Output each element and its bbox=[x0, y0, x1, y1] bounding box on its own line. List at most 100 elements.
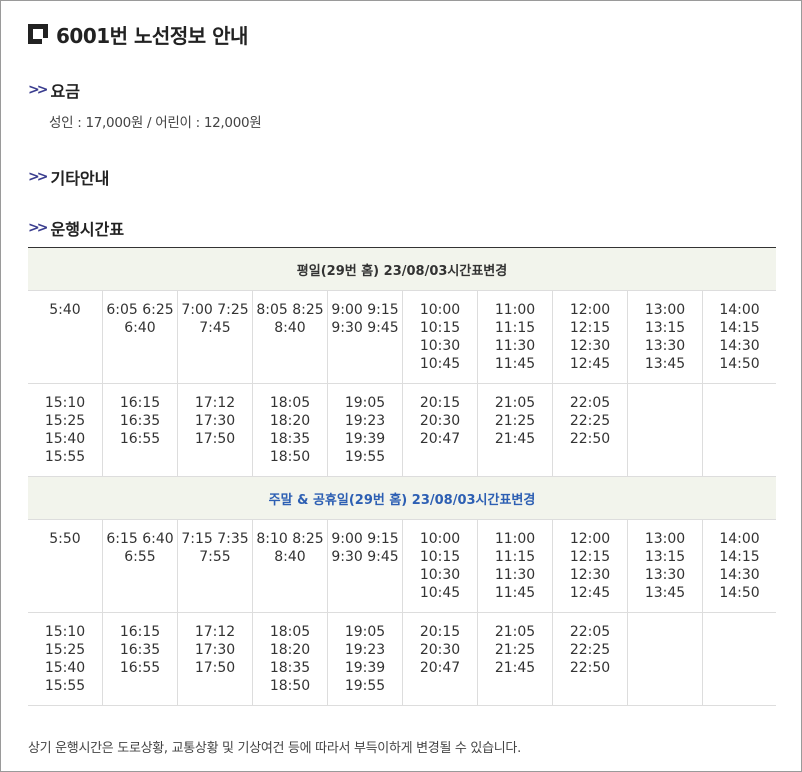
departure-time: 5:50 bbox=[49, 531, 81, 547]
departure-time: 22:50 bbox=[569, 660, 611, 676]
table-cell: 19:05 19:23 19:39 19:55 bbox=[328, 384, 403, 476]
other-info-heading-label: 기타안내 bbox=[50, 169, 110, 188]
departure-time: 5:40 bbox=[49, 302, 81, 318]
departure-time: 20:15 bbox=[419, 624, 461, 640]
departure-time: 15:55 bbox=[44, 449, 86, 465]
departure-time: 20:30 bbox=[419, 642, 461, 658]
departure-time: 19:23 bbox=[344, 413, 386, 429]
departure-time: 21:25 bbox=[494, 413, 536, 429]
departure-time: 13:30 bbox=[644, 338, 686, 354]
departure-time: 15:10 bbox=[44, 395, 86, 411]
departure-time: 16:55 bbox=[119, 660, 161, 676]
departure-time: 13:45 bbox=[644, 585, 686, 601]
table-cell: 12:00 12:15 12:30 12:45 bbox=[553, 291, 628, 383]
timetable-heading-label: 운행시간표 bbox=[50, 220, 125, 239]
table-cell: 11:00 11:15 11:30 11:45 bbox=[478, 520, 553, 612]
departure-time: 16:35 bbox=[119, 642, 161, 658]
departure-time: 10:30 bbox=[419, 338, 461, 354]
departure-time: 21:45 bbox=[494, 431, 536, 447]
departure-time: 7:00 7:25 bbox=[181, 302, 249, 318]
page-title: 6001번 노선정보 안내 bbox=[56, 23, 248, 48]
departure-time: 10:45 bbox=[419, 585, 461, 601]
departure-time: 20:47 bbox=[419, 660, 461, 676]
departure-time: 14:00 bbox=[719, 302, 760, 318]
table-cell: 21:05 21:25 21:45 bbox=[478, 613, 553, 705]
departure-time: 17:12 bbox=[194, 395, 236, 411]
table-cell: 7:15 7:35 7:55 bbox=[178, 520, 253, 612]
departure-time: 17:50 bbox=[194, 431, 236, 447]
departure-time: 8:10 8:25 bbox=[256, 531, 324, 547]
table-cell: 5:40 bbox=[28, 291, 103, 383]
table-cell: 17:12 17:30 17:50 bbox=[178, 384, 253, 476]
departure-time: 8:40 bbox=[274, 549, 306, 565]
departure-time: 22:05 bbox=[569, 624, 611, 640]
departure-time: 13:15 bbox=[644, 549, 686, 565]
departure-time: 20:15 bbox=[419, 395, 461, 411]
departure-time: 14:50 bbox=[719, 585, 760, 601]
departure-time: 19:39 bbox=[344, 660, 386, 676]
departure-time: 11:00 bbox=[494, 531, 536, 547]
table-cell: 12:00 12:15 12:30 12:45 bbox=[553, 520, 628, 612]
departure-time: 10:15 bbox=[419, 549, 461, 565]
departure-time: 19:55 bbox=[344, 449, 386, 465]
departure-time: 11:45 bbox=[494, 585, 536, 601]
departure-time: 7:55 bbox=[199, 549, 231, 565]
departure-time: 17:50 bbox=[194, 660, 236, 676]
other-info-heading: >> 기타안내 bbox=[28, 165, 109, 189]
table-row: 5:40 6:05 6:25 6:40 7:00 7:25 7:45 8:05 8:25 8… bbox=[28, 291, 776, 384]
departure-time: 13:15 bbox=[644, 320, 686, 336]
departure-time: 11:00 bbox=[494, 302, 536, 318]
departure-time: 12:45 bbox=[569, 356, 611, 372]
timetable: 평일(29번 홈) 23/08/03시간표변경 5:40 6:05 6:25 6:4… bbox=[28, 247, 776, 706]
table-cell bbox=[703, 613, 776, 705]
table-cell: 6:15 6:40 6:55 bbox=[103, 520, 178, 612]
table-cell: 22:05 22:25 22:50 bbox=[553, 613, 628, 705]
table-cell: 18:05 18:20 18:35 18:50 bbox=[253, 384, 328, 476]
table-cell: 18:05 18:20 18:35 18:50 bbox=[253, 613, 328, 705]
departure-time: 11:15 bbox=[494, 320, 536, 336]
departure-time: 9:00 9:15 bbox=[331, 302, 399, 318]
departure-time: 12:30 bbox=[569, 567, 611, 583]
departure-time: 21:25 bbox=[494, 642, 536, 658]
departure-time: 9:00 9:15 bbox=[331, 531, 399, 547]
departure-time: 13:30 bbox=[644, 567, 686, 583]
fare-heading: >> 요금 bbox=[28, 78, 80, 102]
departure-time: 10:45 bbox=[419, 356, 461, 372]
departure-time: 14:50 bbox=[719, 356, 760, 372]
departure-time: 16:35 bbox=[119, 413, 161, 429]
departure-time: 13:45 bbox=[644, 356, 686, 372]
departure-time: 9:30 9:45 bbox=[331, 320, 399, 336]
departure-time: 18:20 bbox=[269, 642, 311, 658]
table-cell: 8:05 8:25 8:40 bbox=[253, 291, 328, 383]
route-info-panel: 6001번 노선정보 안내 >> 요금 성인 : 17,000원 / 어린이 :… bbox=[0, 0, 802, 772]
departure-time: 15:10 bbox=[44, 624, 86, 640]
departure-time: 16:15 bbox=[119, 624, 161, 640]
departure-time: 18:35 bbox=[269, 660, 311, 676]
departure-time: 19:23 bbox=[344, 642, 386, 658]
schedule-notice: 상기 운행시간은 도로상황, 교통상황 및 기상여건 등에 따라서 부득이하게 … bbox=[28, 741, 521, 756]
departure-time: 22:50 bbox=[569, 431, 611, 447]
departure-time: 18:05 bbox=[269, 624, 311, 640]
departure-time: 14:00 bbox=[719, 531, 760, 547]
table-cell: 8:10 8:25 8:40 bbox=[253, 520, 328, 612]
departure-time: 14:15 bbox=[719, 549, 760, 565]
departure-time: 16:15 bbox=[119, 395, 161, 411]
departure-time: 19:05 bbox=[344, 395, 386, 411]
table-cell: 13:00 13:15 13:30 13:45 bbox=[628, 291, 703, 383]
departure-time: 18:05 bbox=[269, 395, 311, 411]
departure-time: 15:40 bbox=[44, 431, 86, 447]
departure-time: 19:39 bbox=[344, 431, 386, 447]
double-chevron-icon: >> bbox=[28, 169, 49, 185]
departure-time: 10:00 bbox=[419, 531, 461, 547]
table-cell: 16:15 16:35 16:55 bbox=[103, 384, 178, 476]
departure-time: 15:40 bbox=[44, 660, 86, 676]
table-cell: 15:10 15:25 15:40 15:55 bbox=[28, 384, 103, 476]
departure-time: 11:45 bbox=[494, 356, 536, 372]
departure-time: 14:15 bbox=[719, 320, 760, 336]
departure-time: 12:30 bbox=[569, 338, 611, 354]
departure-time: 8:05 8:25 bbox=[256, 302, 324, 318]
title-square-icon bbox=[28, 24, 48, 44]
departure-time: 20:30 bbox=[419, 413, 461, 429]
departure-time: 6:55 bbox=[124, 549, 156, 565]
departure-time: 15:55 bbox=[44, 678, 86, 694]
